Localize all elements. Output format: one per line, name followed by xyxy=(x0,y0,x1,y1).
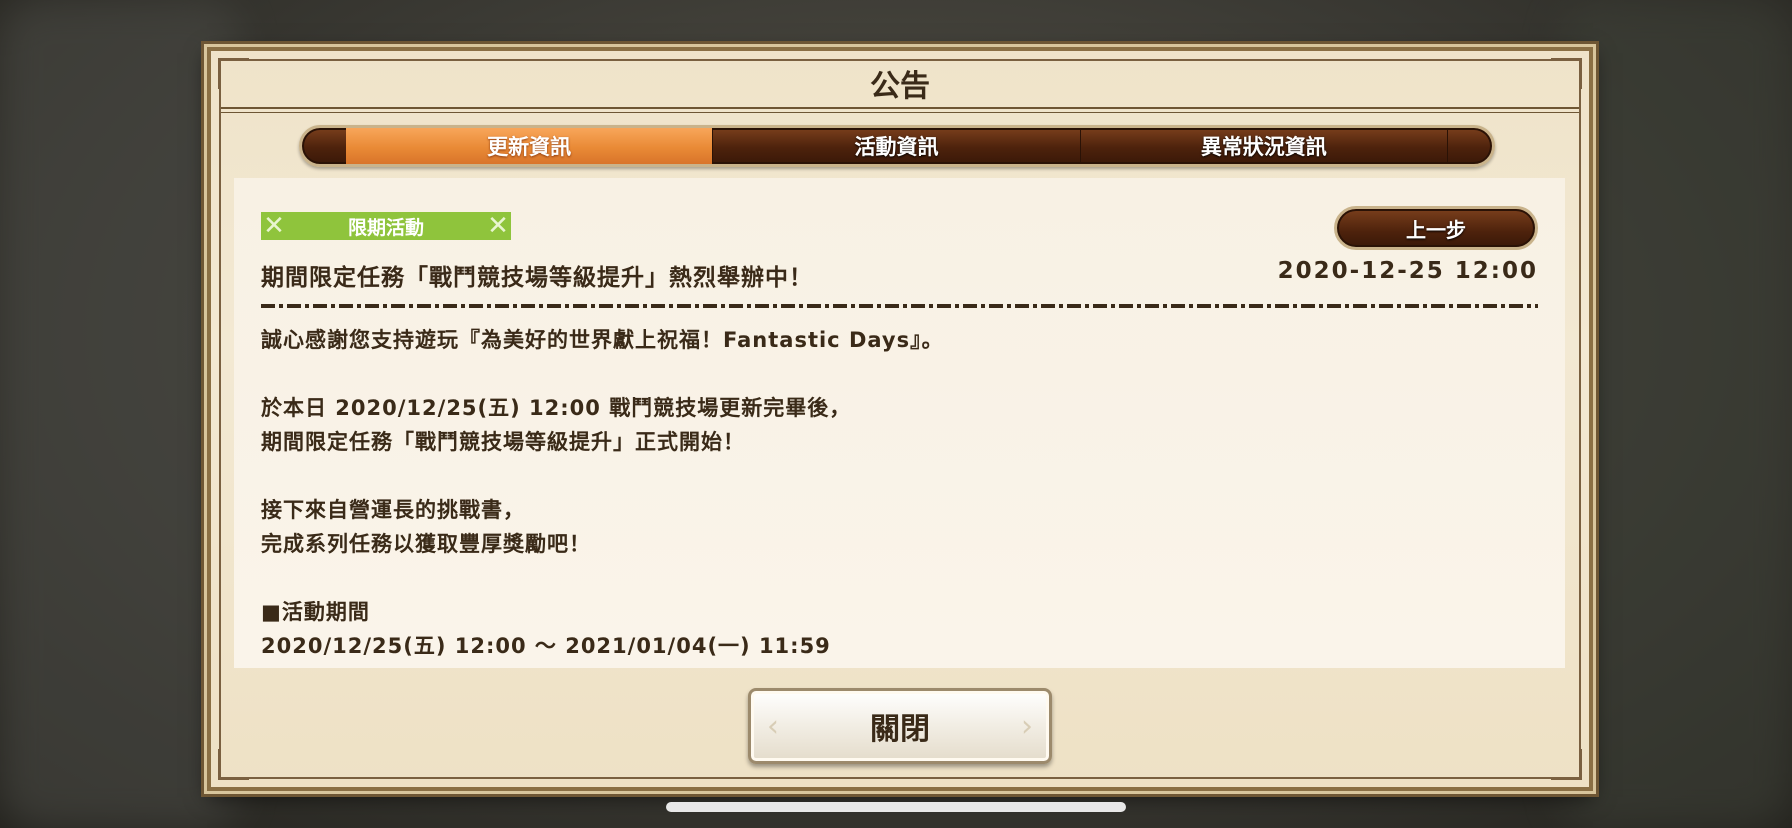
body-line xyxy=(261,357,1531,391)
announcement-body: 誠心感謝您支持遊玩『為美好的世界獻上祝福！Fantastic Days』。 於本… xyxy=(261,323,1531,663)
chevron-left-icon: ‹ xyxy=(767,709,779,744)
body-line: 誠心感謝您支持遊玩『為美好的世界獻上祝福！Fantastic Days』。 xyxy=(261,328,944,352)
body-line: ■活動期間 xyxy=(261,600,370,624)
body-line: 於本日 2020/12/25(五) 12:00 戰鬥競技場更新完畢後， xyxy=(261,396,852,420)
background-right xyxy=(1560,0,1792,828)
title-divider xyxy=(221,107,1579,113)
body-line: 期間限定任務「戰鬥競技場等級提升」正式開始！ xyxy=(261,430,745,454)
home-indicator[interactable] xyxy=(666,802,1126,812)
body-line xyxy=(261,459,1531,493)
ribbon-end-icon: ✕ xyxy=(487,211,509,241)
tab-update-info[interactable]: 更新資訊 xyxy=(346,128,714,164)
badge-label: 限期活動 xyxy=(347,216,424,239)
close-button[interactable]: ‹ 關閉 › xyxy=(748,688,1052,764)
dashed-divider xyxy=(261,304,1538,308)
tab-issue-info[interactable]: 異常狀況資訊 xyxy=(1081,128,1448,164)
limited-event-badge: ✕ 限期活動 ✕ xyxy=(261,212,511,240)
tab-bar: 更新資訊 活動資訊 異常狀況資訊 xyxy=(299,125,1495,167)
dialog-title: 公告 xyxy=(870,69,930,104)
body-line xyxy=(261,561,1531,595)
frame-corner xyxy=(218,749,249,780)
back-button[interactable]: 上一步 xyxy=(1334,206,1538,250)
chevron-right-icon: › xyxy=(1021,709,1033,744)
ribbon-end-icon: ✕ xyxy=(263,211,285,241)
close-label: 關閉 xyxy=(870,712,930,747)
announcement-date: 2020-12-25 12:00 xyxy=(1277,258,1538,284)
announcement-dialog: 公告 更新資訊 活動資訊 異常狀況資訊 ✕ 限期活動 ✕ 上一步 期間限定任務「… xyxy=(207,47,1593,791)
frame-corner xyxy=(1551,749,1582,780)
body-line: 2020/12/25(五) 12:00 〜 2021/01/04(一) 11:5… xyxy=(261,634,831,658)
background-left xyxy=(0,0,240,828)
body-line: 完成系列任務以獲取豐厚獎勵吧！ xyxy=(261,532,591,556)
body-line: 接下來自營運長的挑戰書， xyxy=(261,498,525,522)
announcement-headline: 期間限定任務「戰鬥競技場等級提升」熱烈舉辦中！ xyxy=(261,265,813,291)
announcement-content[interactable]: ✕ 限期活動 ✕ 上一步 期間限定任務「戰鬥競技場等級提升」熱烈舉辦中！ 202… xyxy=(234,178,1565,668)
tab-event-info[interactable]: 活動資訊 xyxy=(713,128,1081,164)
